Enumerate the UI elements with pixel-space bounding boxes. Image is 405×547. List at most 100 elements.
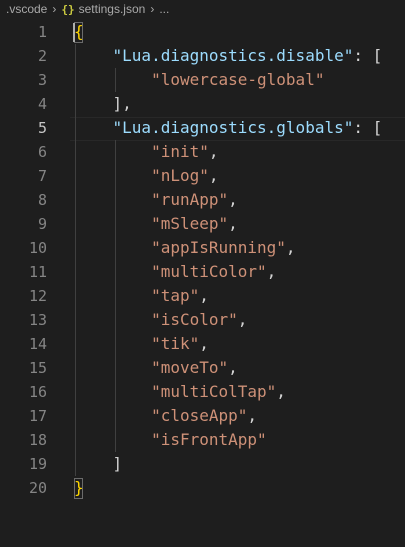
code-content[interactable]: }: [74, 476, 84, 500]
comma: ,: [208, 142, 219, 161]
code-content[interactable]: "lowercase-global": [74, 68, 324, 92]
array-open: [: [372, 46, 383, 65]
code-line: 9 "mSleep",: [0, 212, 405, 236]
code-content[interactable]: {: [74, 20, 84, 44]
code-content[interactable]: "init",: [74, 140, 219, 164]
line-number: 14: [28, 335, 47, 353]
json-string: "isFrontApp": [151, 430, 267, 449]
code-content[interactable]: "closeApp",: [74, 404, 257, 428]
chevron-right-icon: ›: [52, 2, 57, 16]
code-line: 2 "Lua.diagnostics.disable": [: [0, 44, 405, 68]
comma: ,: [266, 262, 277, 281]
code-line: 19 ]: [0, 452, 405, 476]
line-number: 19: [28, 455, 47, 473]
code-content[interactable]: "tik",: [74, 332, 209, 356]
code-content[interactable]: "moveTo",: [74, 356, 238, 380]
json-string: "init": [151, 142, 209, 161]
json-string: "mSleep": [151, 214, 229, 233]
json-string: "tap": [151, 286, 200, 305]
breadcrumb-file[interactable]: settings.json: [79, 2, 146, 16]
code-content[interactable]: "isColor",: [74, 308, 247, 332]
comma: ,: [199, 334, 209, 353]
breadcrumb-folder[interactable]: .vscode: [6, 2, 47, 16]
chevron-right-icon: ›: [150, 2, 155, 16]
brace-open: {: [74, 22, 84, 41]
json-string: "nLog": [151, 166, 209, 185]
line-number: 2: [37, 47, 47, 65]
code-content[interactable]: "mSleep",: [74, 212, 238, 236]
code-line: 17 "closeApp",: [0, 404, 405, 428]
line-number: 1: [37, 23, 47, 41]
code-content[interactable]: "Lua.diagnostics.disable": [: [74, 44, 383, 68]
code-line: 15 "moveTo",: [0, 356, 405, 380]
comma: ,: [276, 382, 286, 401]
comma: ,: [122, 94, 132, 113]
code-content[interactable]: "multiColor",: [74, 260, 276, 284]
code-line: 11 "multiColor",: [0, 260, 405, 284]
line-number: 8: [37, 191, 47, 209]
code-line: 13 "isColor",: [0, 308, 405, 332]
code-line: 7 "nLog",: [0, 164, 405, 188]
code-line: 20 }: [0, 476, 405, 500]
json-string: "closeApp": [151, 406, 248, 425]
code-line: 18 "isFrontApp": [0, 428, 405, 452]
code-content[interactable]: ]: [74, 452, 123, 476]
breadcrumb: .vscode › {} settings.json › ...: [0, 0, 405, 18]
line-number: 9: [37, 215, 47, 233]
code-line: 10 "appIsRunning",: [0, 236, 405, 260]
breadcrumb-more[interactable]: ...: [159, 2, 169, 16]
line-number: 5: [37, 119, 47, 137]
json-string: "moveTo": [151, 358, 229, 377]
json-string: "multiColTap": [151, 382, 277, 401]
code-content[interactable]: "appIsRunning",: [74, 236, 296, 260]
line-number: 16: [28, 383, 47, 401]
code-line: 5 "Lua.diagnostics.globals": [: [0, 116, 405, 140]
code-content[interactable]: "runApp",: [74, 188, 238, 212]
code-content[interactable]: ],: [74, 92, 132, 116]
json-string: "appIsRunning": [151, 238, 286, 257]
code-content[interactable]: "isFrontApp": [74, 428, 267, 452]
comma: ,: [228, 358, 238, 377]
code-line: 12 "tap",: [0, 284, 405, 308]
json-string: "isColor": [151, 310, 238, 329]
comma: ,: [247, 406, 258, 425]
line-number: 20: [28, 479, 47, 497]
line-number: 17: [28, 407, 47, 425]
json-key: "Lua.diagnostics.disable": [112, 46, 354, 65]
code-line: 8 "runApp",: [0, 188, 405, 212]
code-line: 6 "init",: [0, 140, 405, 164]
comma: ,: [237, 310, 248, 329]
line-number: 11: [28, 263, 47, 281]
array-close: ]: [112, 454, 123, 473]
line-number: 6: [37, 143, 47, 161]
line-number: 12: [28, 287, 47, 305]
comma: ,: [285, 238, 296, 257]
json-key: "Lua.diagnostics.globals": [112, 118, 354, 137]
comma: ,: [228, 190, 238, 209]
code-content[interactable]: "tap",: [74, 284, 209, 308]
comma: ,: [199, 286, 209, 305]
line-number: 3: [37, 71, 47, 89]
line-number: 7: [37, 167, 47, 185]
code-editor[interactable]: 1 { 2 "Lua.diagnostics.disable": [ 3 "lo…: [0, 20, 405, 500]
line-number: 15: [28, 359, 47, 377]
colon: :: [353, 46, 373, 65]
json-string: "multiColor": [151, 262, 267, 281]
line-number: 4: [37, 95, 47, 113]
code-line: 16 "multiColTap",: [0, 380, 405, 404]
comma: ,: [208, 166, 219, 185]
json-file-icon: {}: [61, 2, 75, 16]
code-content[interactable]: "multiColTap",: [74, 380, 286, 404]
array-close: ]: [112, 94, 123, 113]
code-content[interactable]: "Lua.diagnostics.globals": [: [74, 116, 383, 140]
colon: :: [353, 118, 373, 137]
code-content[interactable]: "nLog",: [74, 164, 219, 188]
json-string: "tik": [151, 334, 200, 353]
brace-close: }: [74, 478, 84, 497]
line-number: 10: [28, 239, 47, 257]
line-number: 13: [28, 311, 47, 329]
json-string: "runApp": [151, 190, 229, 209]
code-line: 4 ],: [0, 92, 405, 116]
json-string: "lowercase-global": [151, 70, 325, 89]
line-number: 18: [28, 431, 47, 449]
